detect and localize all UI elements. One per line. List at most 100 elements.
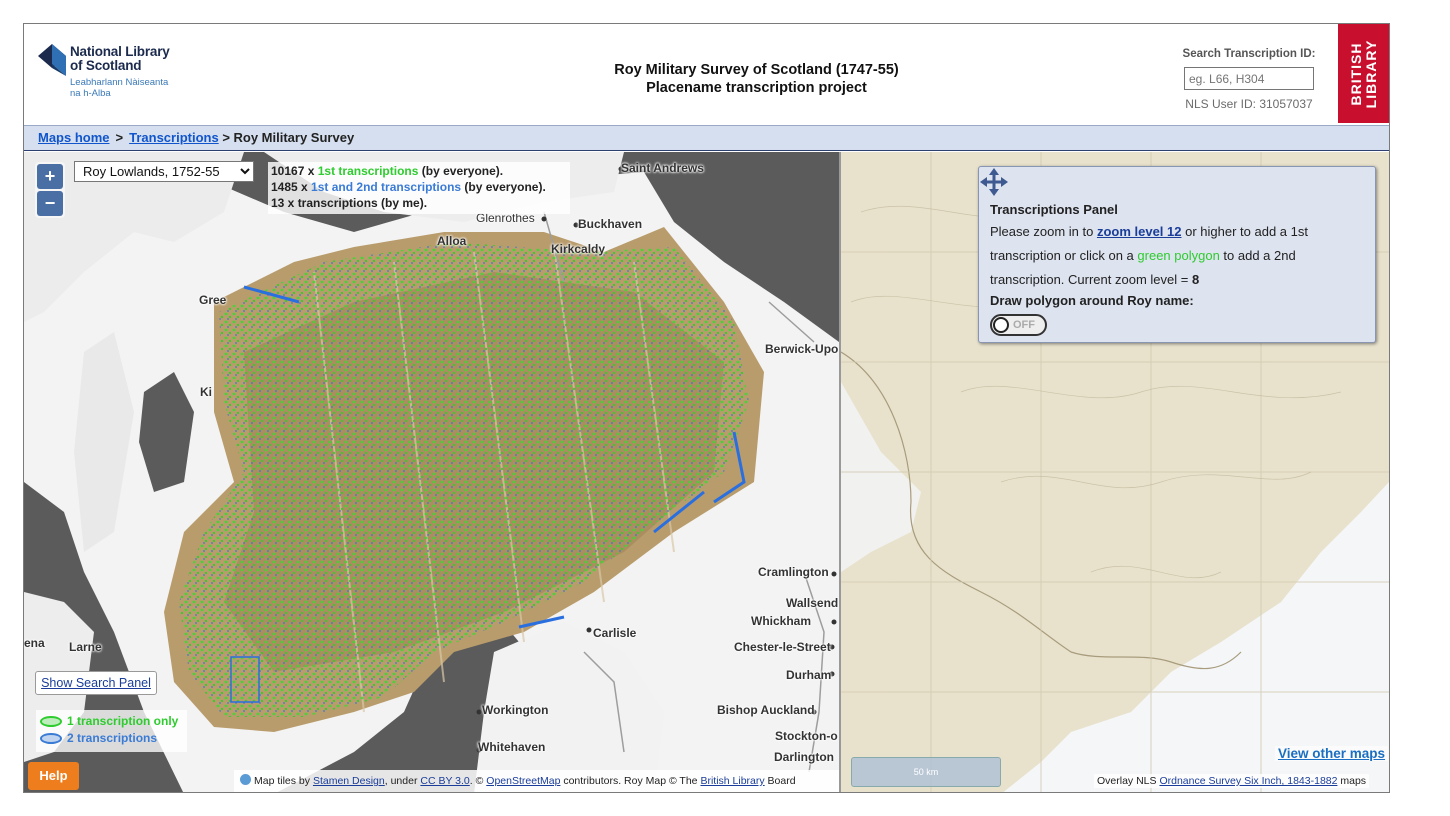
stats-line-2nd: 1485 x 1st and 2nd transcriptions (by ev… [271, 179, 567, 195]
place-bishop-auckland: Bishop Auckland [717, 703, 815, 717]
show-search-panel-button[interactable]: Show Search Panel [35, 671, 157, 695]
transcriptions-panel[interactable]: Transcriptions Panel Please zoom in to z… [978, 166, 1376, 343]
place-workington: Workington [482, 703, 549, 717]
move-arrows-icon[interactable] [979, 167, 1009, 197]
right-attr-text-1: Overlay NLS [1097, 775, 1160, 787]
place-wallsend: Wallsend [786, 596, 839, 610]
right-attr-os-link[interactable]: Ordnance Survey Six Inch, 1843-1882 [1159, 775, 1337, 787]
breadcrumb-separator: > [115, 130, 124, 145]
attr-stamen-link[interactable]: Stamen Design [313, 775, 385, 787]
stats-line-me: 13 x transcriptions (by me). [271, 196, 428, 210]
app-window: National Library of Scotland Leabharlann… [23, 23, 1390, 793]
search-label: Search Transcription ID: [1182, 48, 1316, 60]
nls-gaelic-name: Leabharlann Nàiseanta na h-Alba [70, 77, 168, 99]
right-attr-text-2: maps [1337, 775, 1367, 787]
transcription-stats: 10167 x 1st transcriptions (by everyone)… [268, 162, 570, 214]
draw-polygon-toggle[interactable]: OFF [990, 314, 1047, 336]
right-map[interactable]: Transcriptions Panel Please zoom in to z… [841, 152, 1389, 792]
panel-text-1: Please zoom in to [990, 224, 1097, 239]
toggle-knob [993, 317, 1009, 333]
place-durham: Durham [786, 668, 832, 682]
attr-text-3: . © [469, 775, 487, 787]
scale-bar: 50 km [851, 757, 1001, 787]
right-map-attribution: Overlay NLS Ordnance Survey Six Inch, 18… [1094, 774, 1370, 788]
left-map-attribution: Map tiles by Stamen Design, under CC BY … [234, 770, 839, 792]
place-alloa: Alloa [437, 234, 467, 248]
legend-label-2: 2 transcriptions [67, 731, 158, 745]
breadcrumb: Maps home > Transcriptions > Roy Military … [24, 125, 1389, 151]
place-darlington: Darlington [774, 750, 834, 764]
view-other-maps-link[interactable]: View other maps [1275, 746, 1389, 761]
legend-green-ellipse-icon [40, 716, 62, 727]
place-lena: ena [24, 636, 45, 650]
place-kilmarnock: Ki [200, 385, 212, 399]
search-input[interactable] [1184, 67, 1314, 90]
place-kirkcaldy: Kirkcaldy [551, 242, 606, 256]
nls-logo[interactable]: National Library of Scotland Leabharlann… [38, 40, 208, 110]
place-whitehaven: Whitehaven [478, 740, 546, 754]
stats-suffix-2nd: (by everyone). [461, 180, 546, 194]
legend-blue-ellipse-icon [40, 733, 62, 744]
page-title-line2: Placename transcription project [646, 80, 867, 96]
draw-polygon-label: Draw polygon around Roy name: [990, 293, 1194, 308]
panel-instructions: Please zoom in to zoom level 12 or highe… [990, 220, 1365, 292]
place-carlisle: Carlisle [593, 626, 637, 640]
map-layer-select[interactable]: Roy Lowlands, 1752-55 [74, 161, 254, 182]
zoom-in-button[interactable]: + [37, 164, 63, 189]
left-map[interactable]: Saint Andrews Glenrothes Buckhaven Kirkc… [24, 152, 839, 792]
panel-green-polygon: green polygon [1137, 248, 1220, 263]
attr-text-1: Map tiles by [254, 775, 313, 787]
attr-text-2: , under [384, 775, 421, 787]
bl-logo-line2: LIBRARY [1363, 39, 1379, 109]
nls-name-line1: National Library [70, 44, 170, 59]
place-stockton: Stockton-o [775, 729, 838, 743]
stats-suffix-1st: (by everyone). [418, 164, 504, 178]
toggle-state-label: OFF [1013, 319, 1035, 331]
header: National Library of Scotland Leabharlann… [24, 24, 1389, 125]
attr-bl-link[interactable]: British Library [700, 775, 764, 787]
page-title-line1: Roy Military Survey of Scotland (1747-55… [614, 62, 899, 78]
page-title: Roy Military Survey of Scotland (1747-55… [454, 61, 1059, 97]
legend-row-1: 1 transcription only [40, 713, 183, 730]
stats-count-2nd: 1485 x [271, 180, 312, 194]
zoom-out-button[interactable]: − [37, 191, 63, 216]
left-map-base [24, 152, 839, 792]
breadcrumb-transcriptions[interactable]: Transcriptions [129, 130, 219, 145]
map-legend: 1 transcription only 2 transcriptions [36, 710, 187, 752]
nls-name: National Library of Scotland [70, 45, 170, 73]
bl-logo-text: BRITISH LIBRARY [1348, 39, 1379, 109]
breadcrumb-current: > Roy Military Survey [222, 130, 355, 145]
british-library-logo[interactable]: BRITISH LIBRARY [1338, 24, 1389, 123]
attr-osm-link[interactable]: OpenStreetMap [486, 775, 560, 787]
stats-label-1st: 1st transcriptions [317, 164, 419, 178]
place-chester-le-street: Chester-le-Street [734, 640, 831, 654]
place-larne: Larne [69, 640, 102, 654]
nls-gaelic-line1: Leabharlann Nàiseanta [70, 77, 169, 88]
place-cramlington: Cramlington [758, 565, 829, 579]
attr-text-5: Board [764, 775, 796, 787]
place-whickham: Whickham [751, 614, 812, 628]
zoom-level-link[interactable]: zoom level 12 [1097, 224, 1182, 239]
help-button[interactable]: Help [28, 762, 79, 790]
stats-label-2nd: 1st and 2nd transcriptions [311, 180, 462, 194]
nls-gaelic-line2: na h-Alba [70, 88, 111, 99]
current-zoom-level: 8 [1191, 272, 1200, 287]
zoom-control: + − [35, 162, 65, 218]
legend-label-1: 1 transcription only [67, 714, 179, 728]
panel-title: Transcriptions Panel [990, 202, 1118, 217]
legend-row-2: 2 transcriptions [40, 730, 183, 747]
stats-line-1st: 10167 x 1st transcriptions (by everyone)… [271, 163, 567, 179]
nls-logo-icon [38, 44, 66, 76]
bl-logo-line1: BRITISH [1348, 42, 1364, 106]
user-id: NLS User ID: 31057037 [1185, 97, 1313, 111]
place-berwick: Berwick-Upo [765, 342, 839, 356]
attr-text-4: contributors. Roy Map © The [560, 775, 701, 787]
stats-count-1st: 10167 x [271, 164, 318, 178]
breadcrumb-maps-home[interactable]: Maps home [38, 130, 110, 145]
attr-ccby-link[interactable]: CC BY 3.0 [420, 775, 469, 787]
place-saint-andrews: Saint Andrews [621, 161, 704, 175]
stamen-globe-icon [240, 774, 251, 785]
nls-name-line2: of Scotland [70, 58, 142, 73]
place-greenock: Gree [199, 293, 227, 307]
place-buckhaven: Buckhaven [578, 217, 643, 231]
